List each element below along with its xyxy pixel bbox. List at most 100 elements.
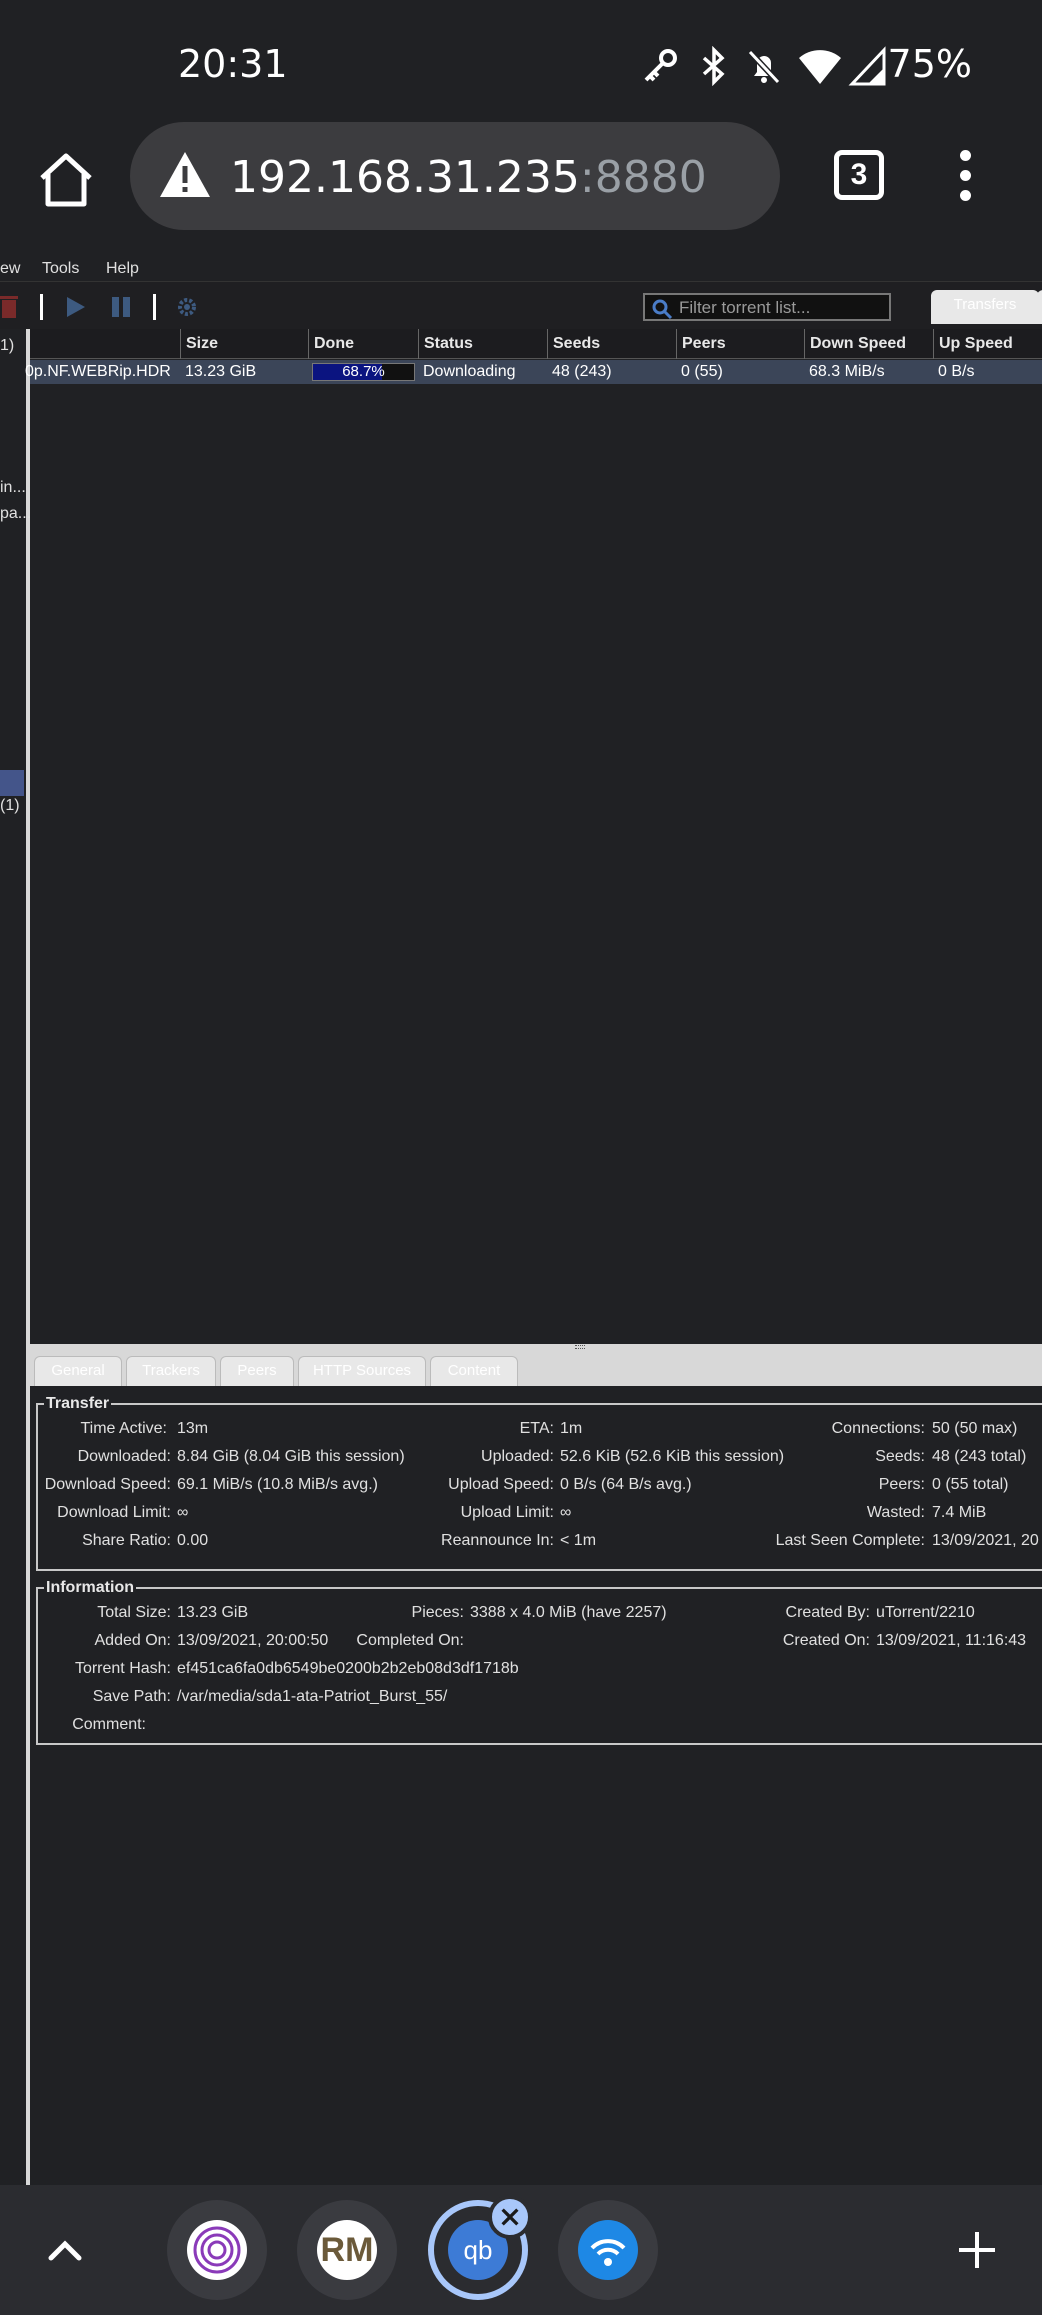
url-port: :8880 [579, 152, 707, 203]
transfer-legend: Transfer [46, 1395, 110, 1412]
qbittorrent-webui: ew Tools Help Transfers 1) in.. [0, 255, 1042, 2185]
save-path-value: /var/media/sda1-ata-Patriot_Burst_55/ [177, 1688, 448, 1705]
wifi-icon [799, 50, 841, 84]
table-header: Size Done Status Seeds Peers Down Speed … [30, 329, 1042, 359]
close-icon[interactable] [488, 2195, 532, 2239]
sidebar-count[interactable]: (1) [0, 797, 20, 815]
tab-peers[interactable]: Peers [220, 1356, 294, 1386]
not-secure-warning-icon[interactable] [158, 150, 212, 200]
eta-value: 1m [560, 1420, 583, 1437]
torrent-peers: 0 (55) [681, 363, 723, 380]
cellular-signal-icon [848, 46, 886, 86]
column-header-peers[interactable]: Peers [676, 329, 804, 359]
tab-http-sources[interactable]: HTTP Sources [298, 1356, 426, 1386]
upload-speed-label: Upload Speed: [448, 1476, 554, 1493]
search-icon [652, 299, 673, 320]
created-on-value: 13/09/2021, 11:16:43 [876, 1632, 1027, 1649]
uploaded-label: Uploaded: [481, 1448, 554, 1465]
add-bubble-icon[interactable] [955, 2228, 999, 2272]
downloaded-label: Downloaded: [77, 1448, 171, 1465]
url-host: 192.168.31.235 [230, 152, 580, 203]
tab-transfers[interactable]: Transfers [931, 290, 1039, 324]
time-active-value: 13m [177, 1420, 209, 1437]
clock: 20:31 [178, 42, 288, 86]
seeds-value: 48 (243 total) [932, 1448, 1027, 1465]
torrent-name: 0p.NF.WEBRip.HDR.... [25, 363, 170, 380]
download-limit-label: Download Limit: [57, 1504, 171, 1521]
tab-content[interactable]: Content [430, 1356, 518, 1386]
resume-icon[interactable] [64, 296, 86, 318]
upload-limit-value: ∞ [560, 1504, 572, 1521]
torrent-status: Downloading [423, 363, 516, 380]
column-header-name[interactable] [30, 329, 180, 359]
properties-panel: General Trackers Peers HTTP Sources Cont… [30, 1350, 1042, 2185]
peers-label: Peers: [878, 1476, 925, 1493]
properties-tabs: General Trackers Peers HTTP Sources Cont… [30, 1350, 1042, 1386]
connections-value: 50 (50 max) [932, 1420, 1018, 1437]
torrent-table: Size Done Status Seeds Peers Down Speed … [25, 329, 1042, 1346]
bubble-spiral-app[interactable] [167, 2200, 267, 2300]
created-on-label: Created On: [782, 1632, 870, 1649]
last-seen-value: 13/09/2021, 20 [932, 1532, 1039, 1549]
address-bar[interactable]: 192.168.31.235:8880 [130, 122, 780, 230]
wasted-value: 7.4 MiB [932, 1504, 987, 1521]
splitter-grip[interactable] [575, 1345, 585, 1349]
tab-trackers[interactable]: Trackers [126, 1356, 216, 1386]
filter-torrent-input[interactable] [679, 297, 884, 319]
tab-switcher-button[interactable]: 3 [834, 150, 884, 200]
status-bar: 20:31 75% [0, 0, 1042, 120]
sidebar-selected-item[interactable] [0, 770, 24, 796]
tab-next[interactable] [1037, 290, 1042, 324]
total-size-label: Total Size: [97, 1604, 171, 1621]
progress-text: 68.7% [342, 363, 385, 380]
menu-view[interactable]: ew [0, 260, 20, 278]
completed-on-label: Completed On: [356, 1632, 464, 1649]
bubble-rm-app[interactable]: RM [297, 2200, 397, 2300]
menu-help[interactable]: Help [106, 260, 139, 278]
column-header-up-speed[interactable]: Up Speed [933, 329, 1042, 359]
bubble-wifi-app[interactable] [558, 2200, 658, 2300]
column-header-size[interactable]: Size [180, 329, 308, 359]
action-toolbar [0, 281, 1042, 329]
column-header-status[interactable]: Status [418, 329, 547, 359]
chevron-up-icon[interactable] [45, 2230, 85, 2270]
information-legend: Information [46, 1579, 134, 1596]
pause-icon[interactable] [110, 296, 132, 318]
bluetooth-icon [702, 46, 725, 86]
reannounce-value: < 1m [560, 1532, 597, 1549]
column-header-seeds[interactable]: Seeds [547, 329, 676, 359]
menu-bar: ew Tools Help [0, 255, 1042, 281]
sidebar-count[interactable]: 1) [0, 337, 14, 355]
toolbar-separator [153, 294, 156, 320]
more-options-icon[interactable] [955, 150, 975, 210]
last-seen-label: Last Seen Complete: [775, 1532, 925, 1549]
download-speed-label: Download Speed: [44, 1476, 171, 1493]
rm-app-icon: RM [317, 2220, 377, 2280]
notifications-off-icon [747, 49, 781, 85]
menu-tools[interactable]: Tools [42, 260, 79, 278]
torrent-hash-value: ef451ca6fa0db6549be0200b2b2eb08d3df1718b [177, 1660, 519, 1677]
pieces-label: Pieces: [411, 1604, 464, 1621]
sidebar-item[interactable]: pa... [0, 505, 31, 523]
sidebar-item[interactable]: in... [0, 479, 26, 497]
download-limit-value: ∞ [177, 1504, 189, 1521]
home-icon[interactable] [36, 150, 96, 210]
pieces-value: 3388 x 4.0 MiB (have 2257) [470, 1604, 667, 1621]
gear-icon[interactable] [176, 296, 198, 318]
toolbar-separator [40, 294, 43, 320]
torrent-size: 13.23 GiB [185, 363, 257, 380]
table-row[interactable]: 0p.NF.WEBRip.HDR.... 13.23 GiB 68.7% Dow… [25, 360, 1042, 384]
column-header-done[interactable]: Done [308, 329, 418, 359]
tab-general[interactable]: General [34, 1356, 122, 1386]
filter-box [643, 293, 891, 321]
created-by-value: uTorrent/2210 [876, 1604, 975, 1621]
connections-label: Connections: [831, 1420, 925, 1437]
wifi-app-icon [578, 2220, 638, 2280]
added-on-label: Added On: [94, 1632, 172, 1649]
column-header-down-speed[interactable]: Down Speed [804, 329, 933, 359]
torrent-seeds: 48 (243) [552, 363, 612, 380]
upload-limit-label: Upload Limit: [460, 1504, 554, 1521]
battery-level: 75% [887, 42, 972, 86]
torrent-up-speed: 0 B/s [938, 363, 975, 380]
delete-icon[interactable] [0, 294, 18, 320]
